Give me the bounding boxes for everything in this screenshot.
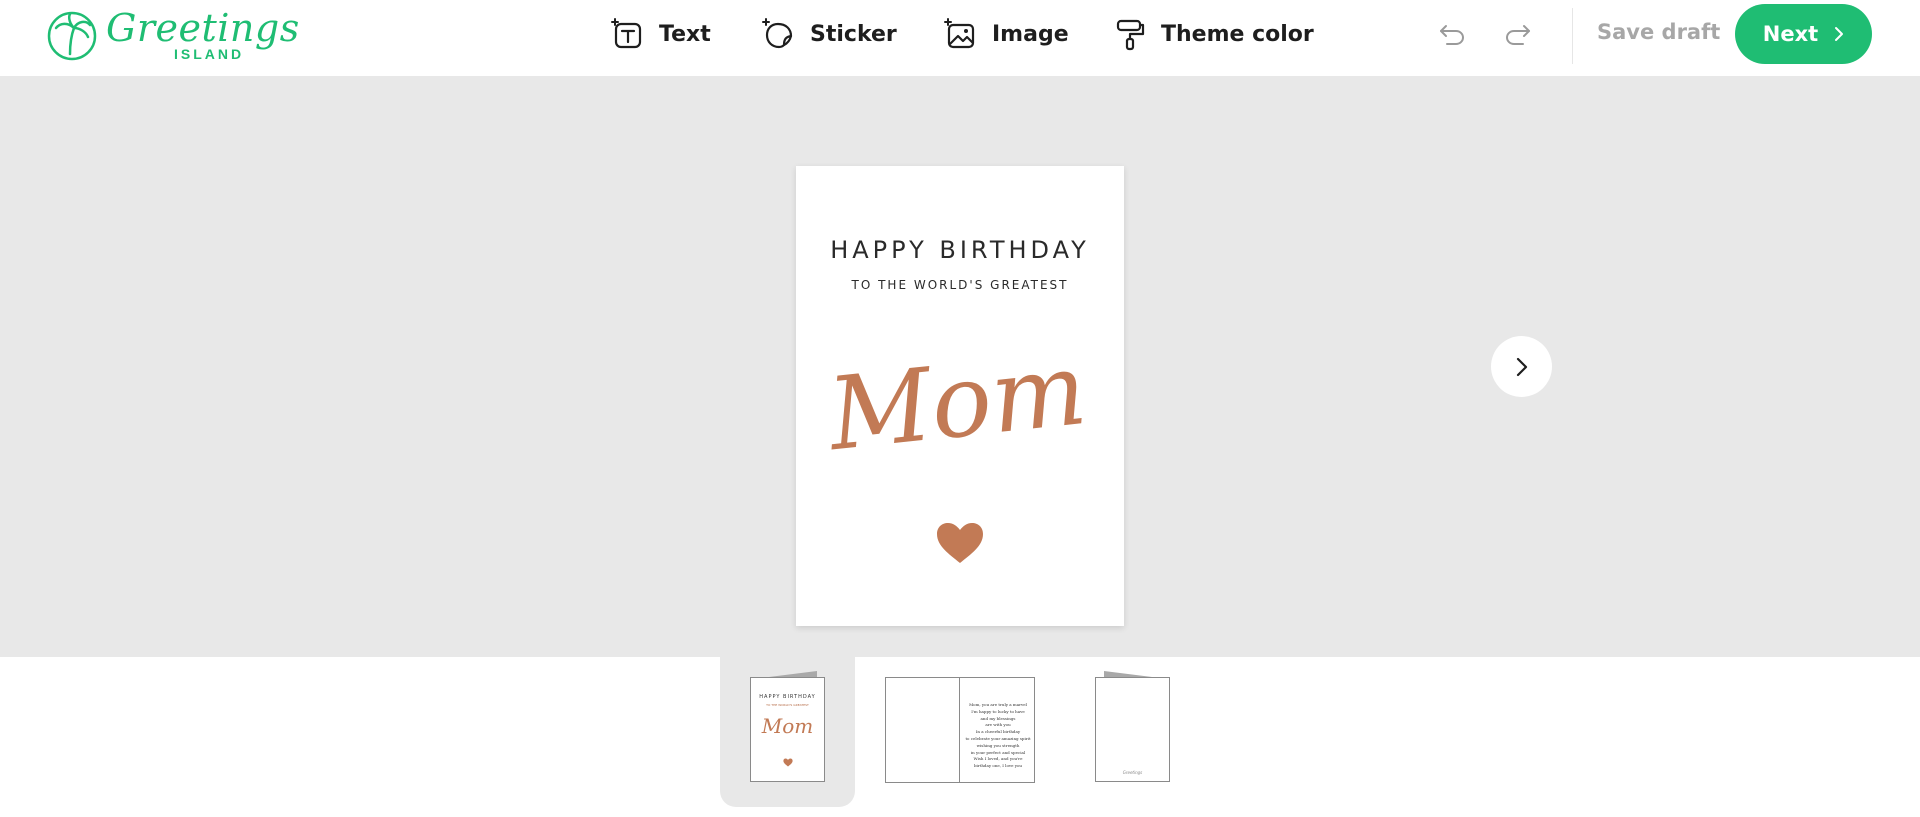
redo-icon [1505, 25, 1530, 45]
brand-sub: ISLAND [174, 46, 245, 62]
verse-line: I'm happy to lucky to have [971, 708, 1025, 714]
text-label: Text [659, 21, 711, 47]
thumbnail-back-signature: Greetings [1122, 770, 1143, 775]
thumbnail-verse: Mom, you are truly a marvel I'm happy to… [960, 702, 1036, 770]
brand-name: Greetings [106, 6, 300, 50]
theme-color-button[interactable]: Theme color [1113, 14, 1314, 54]
undo-button[interactable] [1434, 16, 1470, 52]
chevron-right-icon [1516, 357, 1527, 376]
image-icon [944, 18, 975, 49]
thumbnail-page: HAPPY BIRTHDAY TO THE WORLD'S GREATEST M… [750, 677, 825, 782]
add-image-button[interactable]: Image [944, 14, 1069, 54]
app-header: Greetings ISLAND Text Sticker Image Them… [0, 0, 1920, 76]
redo-button[interactable] [1500, 16, 1536, 52]
header-divider [1572, 8, 1573, 64]
card-script-text[interactable]: Mom [796, 336, 1124, 476]
sticker-label: Sticker [810, 21, 897, 47]
next-label: Next [1762, 22, 1819, 46]
paint-roller-icon [1116, 19, 1145, 51]
chevron-right-icon [1835, 27, 1844, 41]
palm-tree-icon [47, 11, 97, 61]
verse-line: birthday one, I love you [974, 763, 1022, 769]
card-subtitle[interactable]: TO THE WORLD'S GREATEST [796, 278, 1124, 292]
save-draft-button[interactable]: Save draft [1597, 20, 1720, 44]
thumbnail-page: Greetings [1095, 677, 1170, 782]
heart-icon [783, 758, 793, 767]
brand-logo[interactable]: Greetings ISLAND [46, 6, 299, 62]
thumbnail-inside-right: Mom, you are truly a marvel I'm happy to… [959, 677, 1035, 783]
image-label: Image [992, 21, 1069, 47]
sticker-icon [762, 18, 793, 49]
next-page-button[interactable] [1491, 336, 1552, 397]
theme-color-label: Theme color [1161, 21, 1314, 47]
card-script-word: Mom [821, 336, 1091, 473]
verse-line: Mom, you are truly a marvel [969, 702, 1027, 707]
add-text-button[interactable]: Text [611, 14, 711, 54]
verse-line: wishing you strength [976, 742, 1020, 748]
verse-line: in your perfect and special [970, 749, 1026, 755]
thumbnail-strip-left [0, 657, 720, 817]
card-front[interactable]: HAPPY BIRTHDAY TO THE WORLD'S GREATEST M… [796, 166, 1124, 626]
card-title[interactable]: HAPPY BIRTHDAY [796, 236, 1124, 264]
next-button[interactable]: Next [1735, 4, 1872, 64]
page-thumbnails: HAPPY BIRTHDAY TO THE WORLD'S GREATEST M… [0, 657, 1920, 817]
thumbnail-subtitle: TO THE WORLD'S GREATEST [766, 703, 809, 707]
thumbnail-script: Mom [761, 714, 814, 738]
thumbnail-title: HAPPY BIRTHDAY [759, 694, 816, 700]
verse-line: In a cheerful birthday [975, 729, 1021, 735]
thumbnail-front[interactable]: HAPPY BIRTHDAY TO THE WORLD'S GREATEST M… [749, 671, 827, 783]
verse-line: to celebrate your amazing spirit [965, 735, 1031, 741]
thumbnail-inside[interactable]: Mom, you are truly a marvel I'm happy to… [885, 677, 1035, 783]
undo-icon [1440, 25, 1465, 45]
verse-line: and my blessings [980, 715, 1016, 721]
verse-line: are with you [985, 722, 1011, 728]
heart-sticker-icon[interactable] [935, 521, 985, 565]
verse-line: Wish I loved, and you're [973, 756, 1023, 762]
text-icon [611, 18, 642, 49]
thumbnail-inside-left [885, 677, 960, 783]
thumbnail-back[interactable]: Greetings [1094, 671, 1172, 783]
editor-canvas: HAPPY BIRTHDAY TO THE WORLD'S GREATEST M… [0, 76, 1920, 657]
add-sticker-button[interactable]: Sticker [762, 14, 897, 54]
